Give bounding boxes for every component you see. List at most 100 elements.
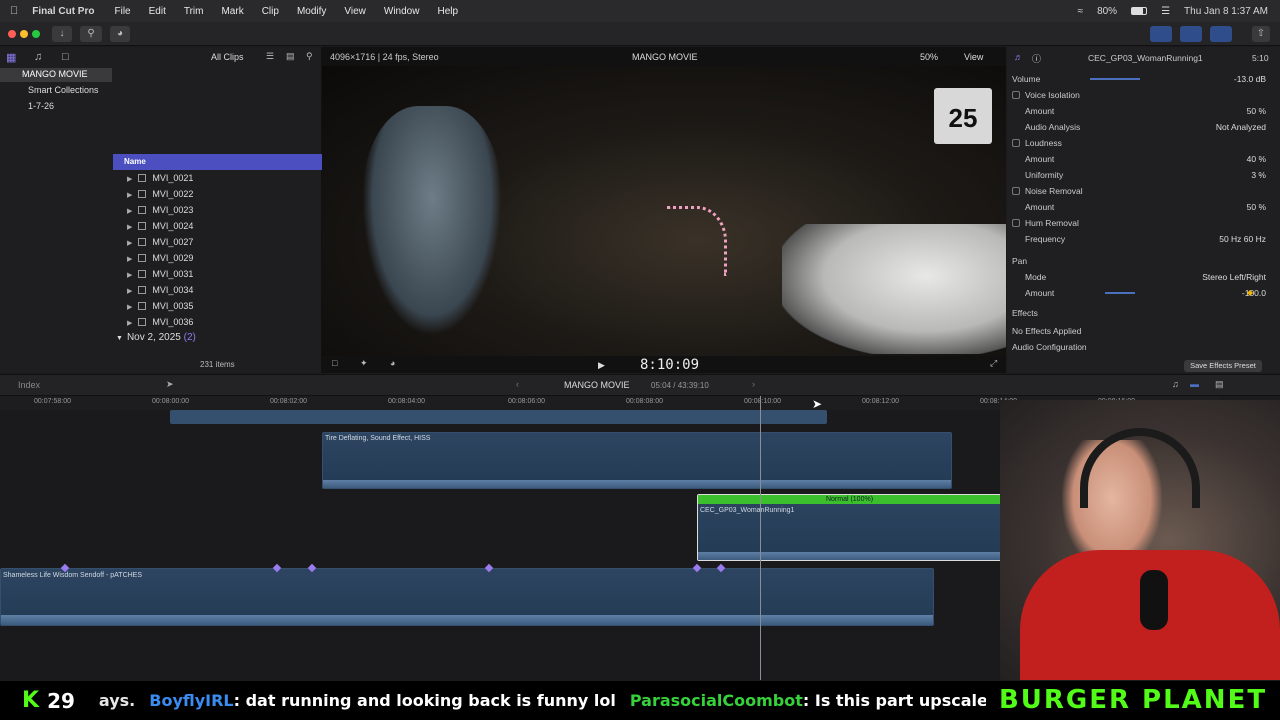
disclosure-icon[interactable]: ▶ [127,224,132,231]
inspector-row[interactable]: Pan [1012,254,1274,269]
name-column-header[interactable]: Name [113,154,322,170]
control-center-icon[interactable]: ☰ [1161,6,1170,17]
clip-filter-dropdown[interactable]: All Clips [211,52,244,62]
checkbox[interactable] [1012,187,1020,195]
disclosure-icon[interactable]: ▶ [127,272,132,279]
inspector-row[interactable]: Effects [1012,306,1274,321]
menu-trim[interactable]: Trim [184,6,204,17]
disclosure-icon[interactable]: ▼ [116,335,123,342]
clip-row[interactable]: ▶ MVI_0022 [113,186,322,202]
clip-row[interactable]: ▶ MVI_0021 [113,170,322,186]
transform-icon[interactable]: □ [332,358,337,368]
row-value[interactable]: 50 % [1247,104,1266,119]
inspector-row[interactable]: Noise Removal [1012,184,1274,199]
background-tasks-icon[interactable]: ◕ [110,26,130,42]
clip-appearance-icon[interactable]: ▤ [1215,379,1224,390]
index-button[interactable]: Index [18,380,40,390]
battery-icon[interactable] [1131,7,1148,15]
disclosure-icon[interactable]: ▶ [127,320,132,327]
clip-row[interactable]: ▶ MVI_0024 [113,218,322,234]
timecode-display[interactable]: 8:10:09 [640,357,699,373]
menu-clip[interactable]: Clip [262,6,279,17]
inspector-row[interactable]: Frequency 50 Hz 60 Hz [1012,232,1274,247]
project-name-dropdown[interactable]: MANGO MOVIE [564,380,630,390]
play-button[interactable]: ▶ [598,360,605,371]
apple-icon[interactable]:  [10,5,18,17]
menu-mark[interactable]: Mark [221,6,243,17]
audio-skimming-icon[interactable]: ♫ [1172,379,1179,389]
menu-view[interactable]: View [344,6,366,17]
filmstrip-view-icon[interactable]: ▤ [286,51,295,62]
clip-row[interactable]: ▶ MVI_0023 [113,202,322,218]
import-icon[interactable]: ↓ [52,26,72,42]
inspector-row[interactable]: No Effects Applied [1012,324,1274,339]
wifi-icon[interactable]: ≈ [1078,6,1084,17]
menu-edit[interactable]: Edit [149,6,166,17]
clip-row[interactable]: ▶ MVI_0036 [113,314,322,330]
battery-percent[interactable]: 80% [1097,6,1117,17]
woman-running-clip[interactable]: Normal (100%) CEC_GP03_WomanRunning1 [697,494,1002,561]
menu-file[interactable]: File [114,6,130,17]
disclosure-icon[interactable]: ▶ [127,176,132,183]
top-audio-clip[interactable] [170,410,827,424]
disclosure-icon[interactable]: ▶ [127,240,132,247]
app-name-menu[interactable]: Final Cut Pro [32,6,94,17]
checkbox[interactable] [1012,219,1020,227]
snapping-icon[interactable]: ▬ [1190,379,1199,389]
row-value[interactable]: 3 % [1251,168,1266,183]
disclosure-icon[interactable]: ▶ [127,192,132,199]
clip-row[interactable]: ▶ MVI_0031 [113,266,322,282]
inspector-row[interactable]: Volume -13.0 dB [1012,72,1274,87]
clip-row[interactable]: ▶ MVI_0034 [113,282,322,298]
role-bar[interactable]: Normal (100%) [698,495,1001,504]
view-dropdown[interactable]: View [964,52,983,62]
inspector-row[interactable]: Hum Removal [1012,216,1274,231]
checkbox[interactable] [1012,91,1020,99]
disclosure-icon[interactable]: ▶ [127,208,132,215]
list-view-icon[interactable]: ☰ [266,51,274,62]
keyframe-icon[interactable]: ◆ [1247,288,1253,297]
zoom-dropdown[interactable]: 50% [920,52,938,62]
menu-window[interactable]: Window [384,6,420,17]
timeline-forward-icon[interactable]: › [752,379,755,389]
disclosure-icon[interactable]: ▶ [127,304,132,311]
timeline-toggle-icon[interactable] [1180,26,1202,42]
row-value[interactable]: 50 Hz 60 Hz [1219,232,1266,247]
row-value[interactable]: -100.0 [1242,286,1266,301]
photos-icon[interactable]: ♫ [34,51,42,63]
menu-modify[interactable]: Modify [297,6,326,17]
library-name[interactable]: MANGO MOVIE [22,69,88,79]
clock[interactable]: Thu Jan 8 1:37 AM [1184,6,1268,17]
pan-amount-slider[interactable] [1105,292,1135,294]
inspector-row[interactable]: Voice Isolation [1012,88,1274,103]
clip-row[interactable]: ▶ MVI_0027 [113,234,322,250]
fullscreen-icon[interactable]: ⤢ [990,358,997,369]
inspector-row[interactable]: Amount -100.0 [1012,286,1274,301]
retime-icon[interactable]: ◕ [390,358,395,368]
group-row[interactable]: ▼ Nov 2, 2025 (2) [116,332,316,346]
disclosure-icon[interactable]: ▶ [127,288,132,295]
row-value[interactable]: 50 % [1247,200,1266,215]
clip-row[interactable]: ▶ MVI_0035 [113,298,322,314]
volume-slider[interactable] [1090,78,1140,80]
inspector-row[interactable]: Audio Configuration [1012,340,1274,355]
search-icon[interactable]: ⚲ [306,51,313,62]
clip-row[interactable]: ▶ MVI_0029 [113,250,322,266]
libraries-icon[interactable]: ▦ [6,51,16,64]
keywords-icon[interactable]: ⚲ [80,26,102,42]
sidebar-item-event[interactable]: 1-7-26 [28,101,54,111]
inspector-row[interactable]: Amount 50 % [1012,104,1274,119]
checkbox[interactable] [1012,139,1020,147]
zoom-window-button[interactable] [32,30,40,38]
inspector-row[interactable]: Uniformity 3 % [1012,168,1274,183]
timeline-back-icon[interactable]: ‹ [516,379,519,389]
close-window-button[interactable] [8,30,16,38]
menu-help[interactable]: Help [437,6,458,17]
inspector-toggle-icon[interactable] [1210,26,1232,42]
row-value[interactable]: -13.0 dB [1234,72,1266,87]
playhead[interactable] [760,396,761,680]
share-icon[interactable]: ⇧ [1252,26,1270,42]
disclosure-icon[interactable]: ▶ [127,256,132,263]
music-clip[interactable]: Shameless Life Wisdom Sendoff - pATCHES [0,568,934,626]
sidebar-item-smart-collections[interactable]: Smart Collections [28,85,99,95]
